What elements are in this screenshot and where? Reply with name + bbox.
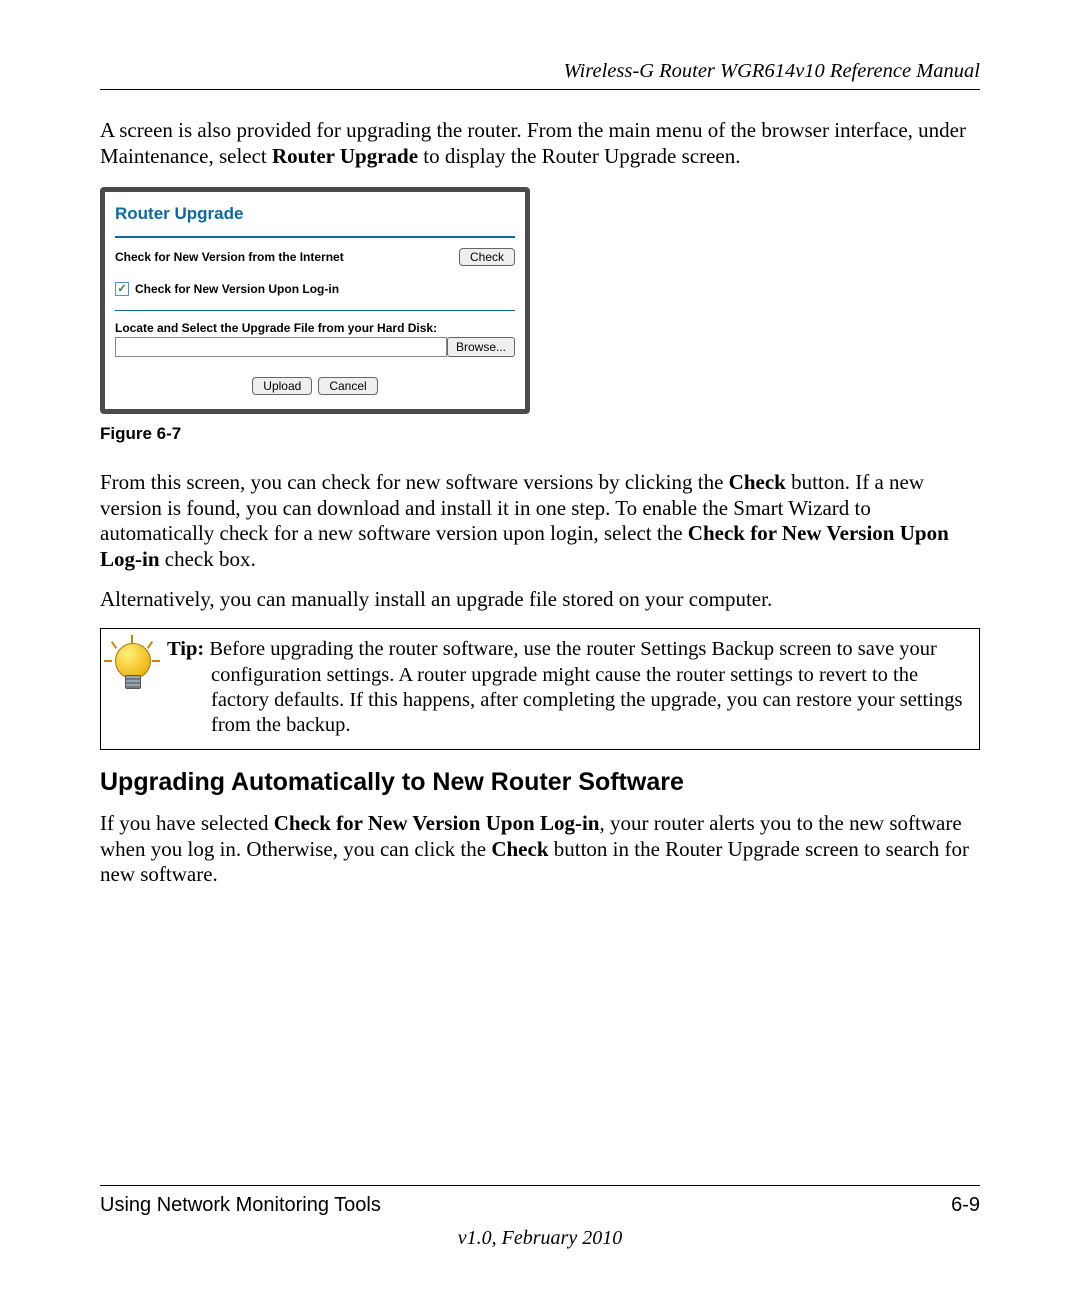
upload-button[interactable]: Upload xyxy=(252,377,312,395)
check-version-label: Check for New Version from the Internet xyxy=(115,250,459,264)
lightbulb-icon xyxy=(109,639,155,695)
bold-text: Check xyxy=(729,470,786,494)
file-path-input[interactable] xyxy=(115,337,447,357)
body-paragraph: Alternatively, you can manually install … xyxy=(100,587,980,613)
panel-title: Router Upgrade xyxy=(115,200,515,230)
divider xyxy=(115,236,515,238)
intro-paragraph: A screen is also provided for upgrading … xyxy=(100,118,980,169)
browse-button[interactable]: Browse... xyxy=(447,337,515,357)
body-paragraph: If you have selected Check for New Versi… xyxy=(100,811,980,888)
locate-file-label: Locate and Select the Upgrade File from … xyxy=(115,321,515,335)
auto-check-checkbox[interactable]: ✓ xyxy=(115,282,129,296)
check-button[interactable]: Check xyxy=(459,248,515,266)
bold-text: Router Upgrade xyxy=(272,144,418,168)
tip-icon-cell xyxy=(101,629,163,705)
auto-check-label: Check for New Version Upon Log-in xyxy=(135,282,339,296)
section-heading: Upgrading Automatically to New Router So… xyxy=(100,768,980,797)
text: to display the Router Upgrade screen. xyxy=(418,144,741,168)
page-number: 6-9 xyxy=(951,1194,980,1217)
body-paragraph: From this screen, you can check for new … xyxy=(100,470,980,572)
text: If you have selected xyxy=(100,811,274,835)
bold-text: Check for New Version Upon Log-in xyxy=(274,811,600,835)
running-header: Wireless-G Router WGR614v10 Reference Ma… xyxy=(100,60,980,90)
cancel-button[interactable]: Cancel xyxy=(318,377,377,395)
footer-version: v1.0, February 2010 xyxy=(100,1227,980,1250)
text: From this screen, you can check for new … xyxy=(100,470,729,494)
tip-label: Tip: xyxy=(167,638,204,660)
divider xyxy=(100,1185,980,1186)
text: check box. xyxy=(160,547,256,571)
tip-callout: Tip: Before upgrading the router softwar… xyxy=(100,628,980,750)
tip-text: Tip: Before upgrading the router softwar… xyxy=(163,629,979,749)
divider xyxy=(115,310,515,311)
bold-text: Check xyxy=(491,837,548,861)
tip-body: Before upgrading the router software, us… xyxy=(204,638,962,736)
figure-caption: Figure 6-7 xyxy=(100,424,980,444)
router-upgrade-screenshot: Router Upgrade Check for New Version fro… xyxy=(100,187,530,414)
page-footer: Using Network Monitoring Tools 6-9 v1.0,… xyxy=(100,1185,980,1250)
footer-left: Using Network Monitoring Tools xyxy=(100,1194,381,1217)
